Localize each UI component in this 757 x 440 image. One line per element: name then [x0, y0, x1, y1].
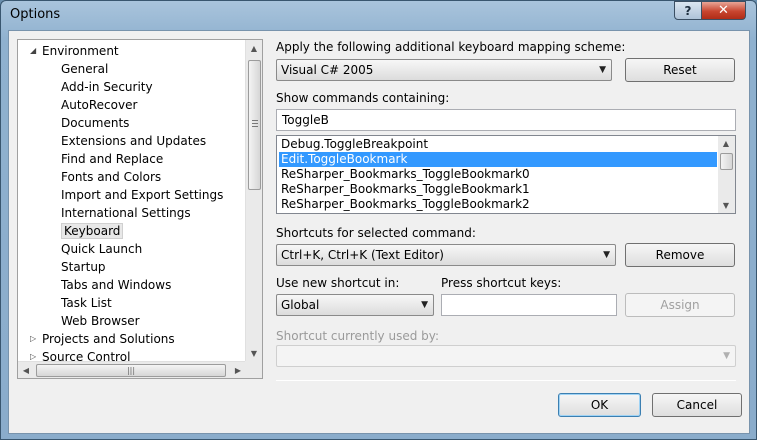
tree-item-label: Fonts and Colors: [61, 170, 162, 184]
window-title: Options: [10, 7, 61, 22]
show-commands-label: Show commands containing:: [276, 91, 450, 105]
tree-item[interactable]: Documents: [61, 114, 129, 132]
chevron-down-icon: ▼: [603, 250, 610, 260]
shortcuts-label: Shortcuts for selected command:: [276, 226, 476, 240]
scroll-corner: [245, 361, 262, 378]
command-list-item[interactable]: Edit.ToggleBookmark: [279, 152, 717, 167]
cancel-button[interactable]: Cancel: [652, 393, 742, 417]
tree-item-label: Startup: [61, 260, 106, 274]
commands-scrollbar[interactable]: ▲ ▼: [718, 136, 735, 213]
commands-list[interactable]: Debug.ToggleBreakpoint Edit.ToggleBookmar…: [276, 135, 736, 214]
tree-item[interactable]: Fonts and Colors: [61, 168, 161, 186]
tree-item[interactable]: ◢ Environment: [30, 42, 119, 60]
close-button[interactable]: ✕: [701, 1, 746, 20]
command-list-item[interactable]: ReSharper_Bookmarks_ToggleBookmark1: [279, 182, 717, 197]
scope-value: Global: [281, 298, 320, 312]
collapsed-arrow-icon[interactable]: ▷: [30, 330, 36, 348]
tree-hscroll-thumb[interactable]: |||: [36, 364, 226, 377]
tree-item-label: General: [61, 62, 109, 76]
shortcut-keys-input[interactable]: [441, 294, 617, 316]
assign-button[interactable]: Assign: [625, 293, 735, 317]
tree-item[interactable]: Find and Replace: [61, 150, 163, 168]
shortcuts-value: Ctrl+K, Ctrl+K (Text Editor): [281, 248, 444, 262]
command-list-item[interactable]: ReSharper_Bookmarks_ToggleBookmark2: [279, 197, 717, 212]
scroll-up-icon[interactable]: ▲: [718, 136, 734, 151]
tree-item-label: Extensions and Updates: [61, 134, 207, 148]
reset-button[interactable]: Reset: [625, 58, 735, 82]
scroll-right-icon[interactable]: ▶: [230, 362, 246, 379]
scroll-down-icon[interactable]: ▼: [718, 198, 734, 213]
options-dialog: Options ? ✕ ◢ Environment General Add-in Se…: [0, 0, 757, 440]
used-by-label: Shortcut currently used by:: [276, 329, 440, 343]
help-button[interactable]: ?: [674, 1, 702, 20]
chevron-down-icon: ▼: [723, 351, 730, 361]
tree-item-label: Find and Replace: [61, 152, 164, 166]
tree-item[interactable]: Tabs and Windows: [61, 276, 171, 294]
tree-item-label: Tabs and Windows: [61, 278, 172, 292]
tree-item-label: AutoRecover: [61, 98, 138, 112]
command-filter-input[interactable]: ToggleB: [276, 109, 736, 131]
tree-item-label: Task List: [61, 296, 112, 310]
tree-item[interactable]: Task List: [61, 294, 112, 312]
scroll-up-icon[interactable]: ▲: [246, 40, 262, 57]
tree-item-label: Web Browser: [61, 314, 140, 328]
dialog-client-area: ◢ Environment General Add-in Security AutoRe…: [8, 30, 750, 434]
tree-item[interactable]: Startup: [61, 258, 106, 276]
tree-scroll-thumb[interactable]: [248, 60, 261, 190]
ok-button[interactable]: OK: [558, 393, 641, 417]
tree-item[interactable]: International Settings: [61, 204, 191, 222]
tree-item[interactable]: Import and Export Settings: [61, 186, 223, 204]
tree-item[interactable]: Quick Launch: [61, 240, 142, 258]
scope-dropdown[interactable]: Global ▼: [276, 294, 434, 316]
tree-item[interactable]: General: [61, 60, 108, 78]
shortcut-keys-label: Press shortcut keys:: [441, 276, 562, 290]
tree-item-label: Keyboard: [61, 223, 124, 239]
chevron-down-icon: ▼: [599, 65, 606, 75]
command-list-item[interactable]: ReSharper_Bookmarks_ToggleBookmark0: [279, 167, 717, 182]
chevron-down-icon: ▼: [421, 300, 428, 310]
tree-item[interactable]: Web Browser: [61, 312, 140, 330]
command-list-item[interactable]: Debug.ToggleBreakpoint: [279, 137, 717, 152]
tree-item[interactable]: Extensions and Updates: [61, 132, 206, 150]
scroll-left-icon[interactable]: ◀: [18, 362, 34, 379]
tree-item[interactable]: ▷ Projects and Solutions: [30, 330, 175, 348]
scope-label: Use new shortcut in:: [276, 276, 400, 290]
mapping-scheme-dropdown[interactable]: Visual C# 2005 ▼: [276, 59, 612, 81]
tree-item[interactable]: Keyboard: [61, 222, 124, 240]
commands-scroll-thumb[interactable]: [720, 153, 733, 170]
options-tree[interactable]: ◢ Environment General Add-in Security AutoRe…: [17, 39, 263, 379]
tree-item-label: International Settings: [61, 206, 191, 220]
mapping-scheme-label: Apply the following additional keyboard …: [276, 40, 626, 54]
mapping-scheme-value: Visual C# 2005: [281, 63, 374, 77]
used-by-dropdown[interactable]: ▼: [276, 345, 736, 367]
tree-vertical-scrollbar[interactable]: ▲ ▼: [245, 40, 262, 362]
tree-item-label: Import and Export Settings: [61, 188, 224, 202]
tree-item-label: Quick Launch: [61, 242, 143, 256]
scroll-down-icon[interactable]: ▼: [246, 345, 262, 362]
tree-item-label: Documents: [61, 116, 130, 130]
tree-item-label: Add-in Security: [61, 80, 153, 94]
tree-horizontal-scrollbar[interactable]: ◀ ||| ▶: [18, 361, 246, 378]
separator: [276, 380, 736, 381]
expanded-arrow-icon[interactable]: ◢: [30, 42, 36, 60]
remove-button[interactable]: Remove: [625, 243, 735, 267]
tree-item-label: Environment: [42, 44, 119, 58]
tree-item[interactable]: AutoRecover: [61, 96, 137, 114]
tree-item-label: Projects and Solutions: [42, 332, 175, 346]
tree-item[interactable]: Add-in Security: [61, 78, 153, 96]
shortcuts-dropdown[interactable]: Ctrl+K, Ctrl+K (Text Editor) ▼: [276, 244, 616, 266]
